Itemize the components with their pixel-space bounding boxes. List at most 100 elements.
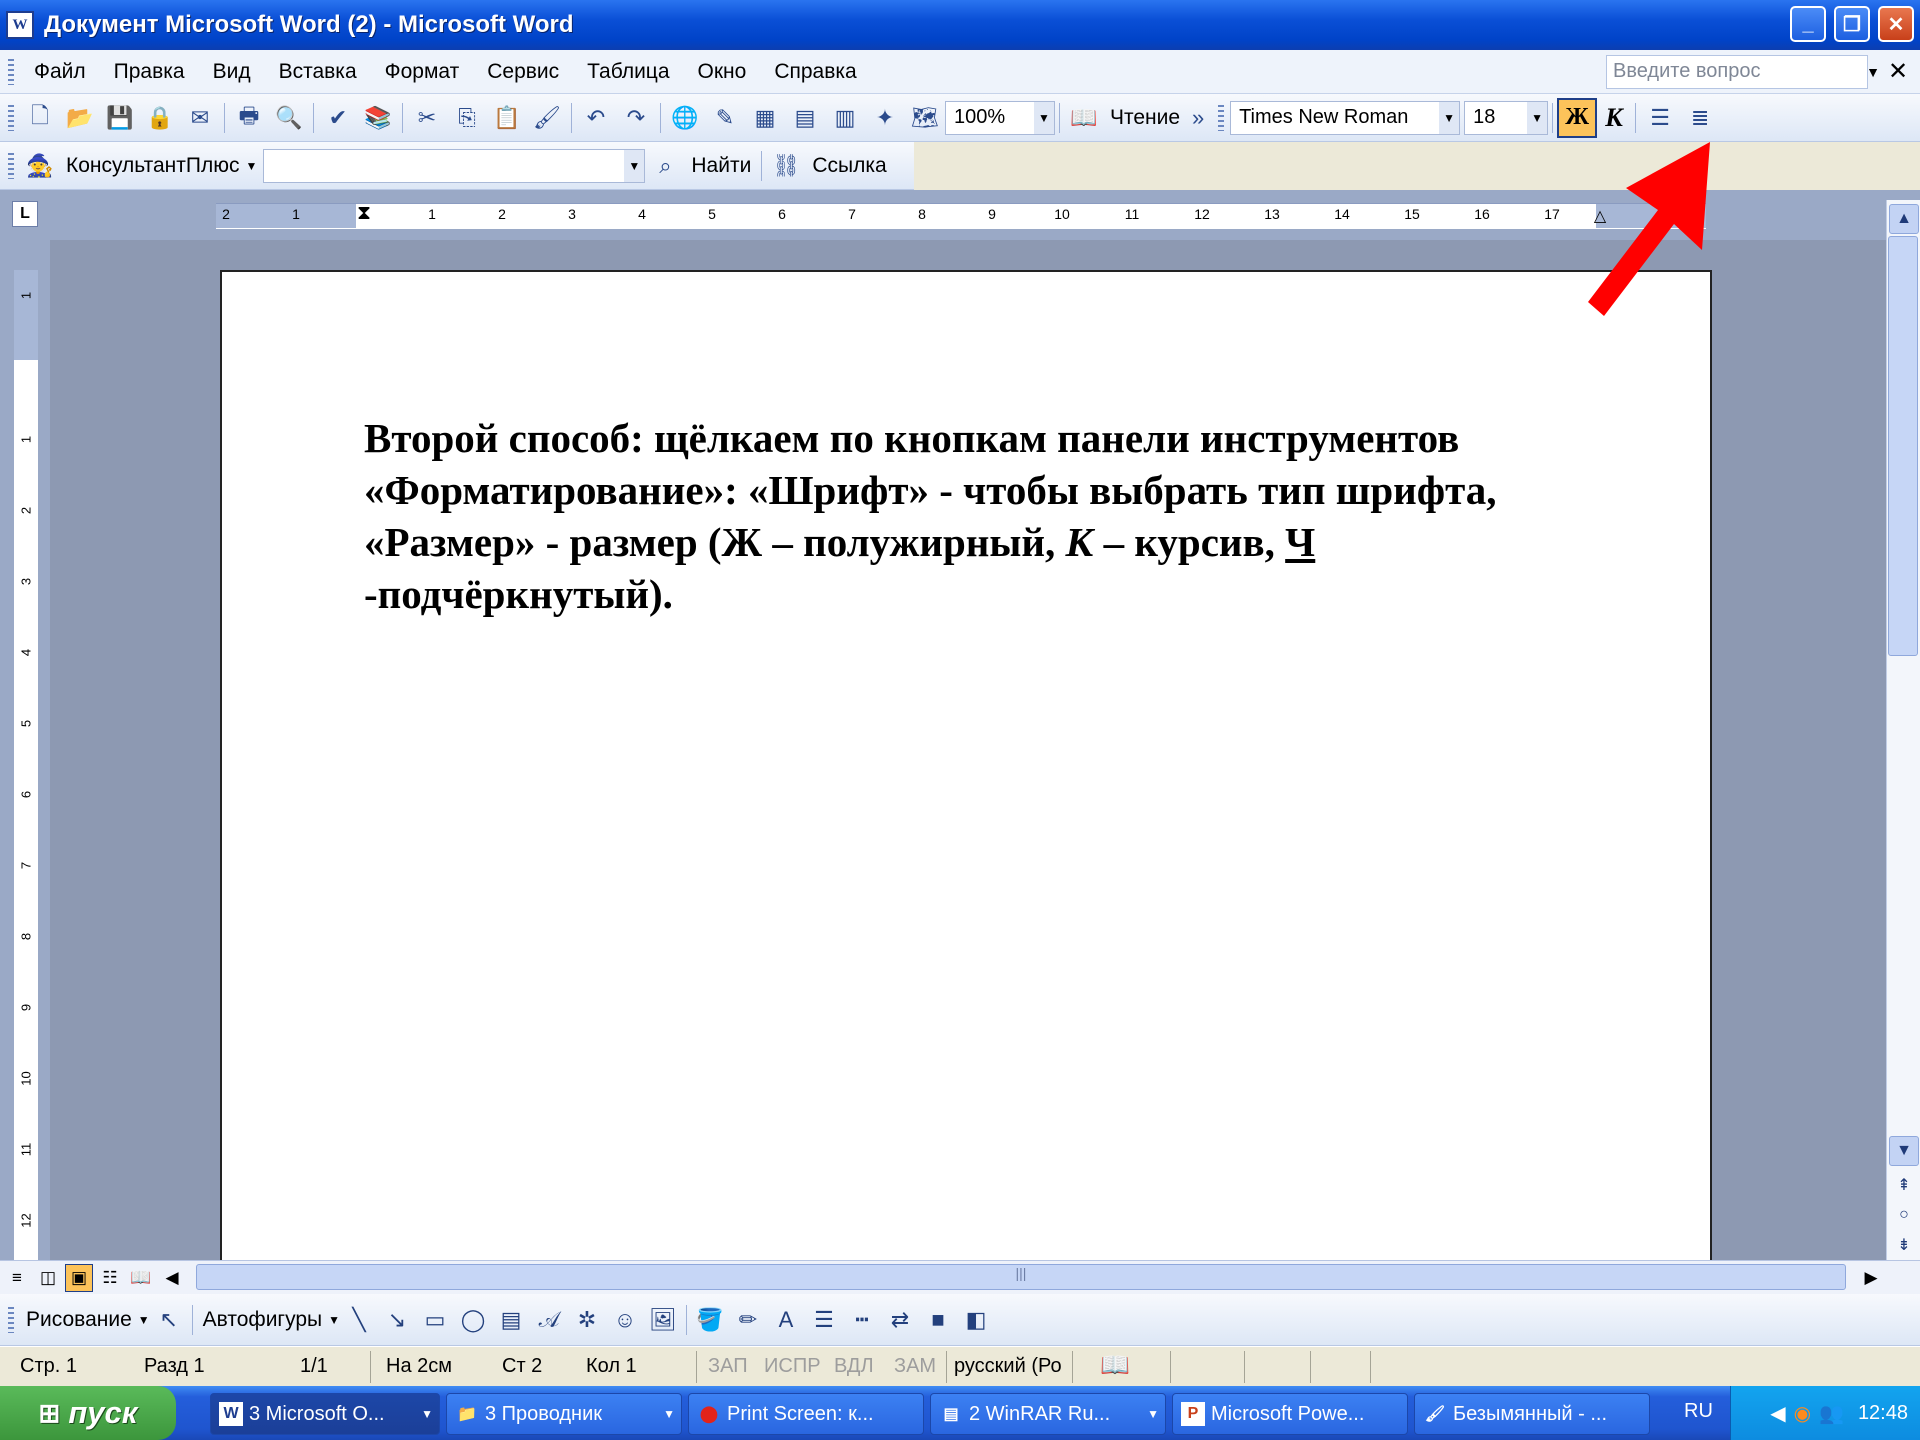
vertical-ruler[interactable]: 1 1 2 3 4 5 6 7 8 9 10 11 12: [14, 270, 38, 1260]
language-indicator[interactable]: RU: [1684, 1400, 1713, 1423]
document-paragraph[interactable]: Второй способ: щёлкаем по кнопкам панели…: [364, 412, 1614, 620]
drawing-toolbar-grip[interactable]: [8, 1306, 14, 1333]
consultant-search-dropdown-icon[interactable]: ▼: [624, 149, 645, 182]
consultant-menu[interactable]: КонсультантПлюс: [66, 154, 239, 178]
link-button[interactable]: Ссылка: [812, 154, 886, 178]
tray-app-icon[interactable]: ◉: [1794, 1401, 1811, 1426]
formatting-toolbar-grip[interactable]: [1218, 104, 1225, 131]
task-winrar[interactable]: ▤ 2 WinRAR Ru... ▼: [930, 1393, 1166, 1435]
indent-marker-icon[interactable]: ⧗: [354, 202, 374, 225]
research-icon[interactable]: 📚: [361, 101, 395, 135]
email-icon[interactable]: ✉: [183, 101, 217, 135]
dash-style-icon[interactable]: ┅: [845, 1303, 879, 1337]
menu-grip[interactable]: [8, 58, 14, 85]
reading-button[interactable]: Чтение: [1110, 106, 1180, 130]
scroll-left-icon[interactable]: ◀: [158, 1264, 186, 1292]
status-record[interactable]: ЗАП: [708, 1355, 748, 1378]
fill-color-icon[interactable]: 🪣: [693, 1303, 727, 1337]
toolbar-options-icon[interactable]: »: [1189, 101, 1207, 135]
autoshapes-dropdown-icon[interactable]: ▼: [328, 1313, 340, 1327]
drawing-menu[interactable]: Рисование: [26, 1308, 132, 1332]
find-icon[interactable]: ⌕: [648, 149, 682, 183]
menu-edit[interactable]: Правка: [100, 60, 199, 84]
scroll-right-icon[interactable]: ▶: [1857, 1264, 1885, 1292]
task-explorer[interactable]: 📁 3 Проводник ▼: [446, 1393, 682, 1435]
font-name-select[interactable]: Times New Roman ▼: [1230, 100, 1461, 135]
oval-icon[interactable]: ◯: [456, 1303, 490, 1337]
menu-tools[interactable]: Сервис: [473, 60, 573, 84]
format-painter-icon[interactable]: 🖌: [530, 101, 564, 135]
print-layout-icon[interactable]: ▣: [65, 1263, 93, 1292]
menu-insert[interactable]: Вставка: [265, 60, 371, 84]
menu-window[interactable]: Окно: [684, 60, 761, 84]
bold-button[interactable]: Ж: [1557, 97, 1598, 138]
drawing-dropdown-icon[interactable]: ▼: [138, 1313, 150, 1327]
link-icon[interactable]: ⛓: [769, 149, 803, 183]
picture-icon[interactable]: 🖼: [646, 1303, 680, 1337]
ask-question-input[interactable]: Введите вопрос: [1606, 55, 1868, 89]
font-size-dropdown-icon[interactable]: ▼: [1527, 101, 1548, 134]
menu-format[interactable]: Формат: [371, 60, 474, 84]
line-style-icon[interactable]: ☰: [807, 1303, 841, 1337]
consultant-dropdown-icon[interactable]: ▼: [245, 159, 257, 173]
normal-view-icon[interactable]: ≡: [3, 1264, 31, 1292]
line-icon[interactable]: ╲: [342, 1303, 376, 1337]
insert-excel-icon[interactable]: ▤: [788, 101, 822, 135]
task-word[interactable]: W 3 Microsoft O... ▼: [210, 1393, 440, 1435]
insert-table-icon[interactable]: ▦: [748, 101, 782, 135]
arrow-style-icon[interactable]: ⇄: [883, 1303, 917, 1337]
zoom-dropdown-icon[interactable]: ▼: [1034, 101, 1054, 134]
align-center-icon[interactable]: ☰: [1643, 101, 1677, 135]
menu-file[interactable]: Файл: [20, 60, 100, 84]
reading-layout-icon[interactable]: 📖: [127, 1264, 155, 1292]
arrow-icon[interactable]: ↘: [380, 1303, 414, 1337]
print-preview-icon[interactable]: 🔍: [272, 101, 306, 135]
ask-dropdown-icon[interactable]: ▼: [1862, 55, 1884, 89]
shadow-style-icon[interactable]: ■: [921, 1303, 955, 1337]
autoshapes-menu[interactable]: Автофигуры: [203, 1308, 322, 1332]
scroll-down-icon[interactable]: ▼: [1889, 1136, 1919, 1166]
document-map-icon[interactable]: 🗺: [908, 101, 942, 135]
consultant-search-input[interactable]: ▼: [263, 148, 646, 183]
permission-icon[interactable]: 🔒: [143, 101, 177, 135]
status-overtype[interactable]: ЗАМ: [894, 1355, 936, 1378]
font-name-dropdown-icon[interactable]: ▼: [1439, 101, 1460, 134]
font-size-select[interactable]: 18 ▼: [1464, 100, 1549, 135]
menu-view[interactable]: Вид: [199, 60, 265, 84]
open-folder-icon[interactable]: 📂: [63, 101, 97, 135]
new-document-icon[interactable]: 🗋: [23, 101, 57, 135]
tray-expand-icon[interactable]: ◀: [1770, 1401, 1785, 1426]
save-icon[interactable]: 💾: [103, 101, 137, 135]
3d-style-icon[interactable]: ◧: [959, 1303, 993, 1337]
text-box-icon[interactable]: ▤: [494, 1303, 528, 1337]
task-opera[interactable]: ⬤ Print Screen: к...: [688, 1393, 924, 1435]
toolbar-grip[interactable]: [8, 104, 14, 131]
tables-borders-icon[interactable]: ✎: [708, 101, 742, 135]
task-paint[interactable]: 🖌 Безымянный - ...: [1414, 1393, 1650, 1435]
wordart-icon[interactable]: 𝒜: [532, 1303, 566, 1337]
status-track-changes[interactable]: ИСПР: [764, 1355, 821, 1378]
reading-icon[interactable]: 📖: [1067, 101, 1101, 135]
italic-button[interactable]: К: [1597, 103, 1631, 133]
print-icon[interactable]: 🖶: [232, 101, 266, 135]
spelling-status-icon[interactable]: 📖: [1100, 1351, 1130, 1380]
minimize-button[interactable]: _: [1790, 6, 1826, 42]
previous-page-icon[interactable]: ⇞: [1889, 1170, 1919, 1200]
start-button[interactable]: ⊞ пуск: [0, 1386, 176, 1440]
browse-object-icon[interactable]: ○: [1889, 1200, 1919, 1230]
outline-view-icon[interactable]: ☷: [96, 1264, 124, 1292]
web-view-icon[interactable]: ◫: [34, 1264, 62, 1292]
drawing-icon[interactable]: ✦: [868, 101, 902, 135]
copy-icon[interactable]: ⎘: [450, 101, 484, 135]
font-color-icon[interactable]: A: [769, 1303, 803, 1337]
close-button[interactable]: ✕: [1878, 6, 1914, 42]
vertical-scroll-thumb[interactable]: [1888, 236, 1918, 656]
hyperlink-icon[interactable]: 🌐: [668, 101, 702, 135]
clock[interactable]: 12:48: [1858, 1402, 1908, 1425]
consultant-toolbar-grip[interactable]: [8, 152, 14, 179]
scroll-up-icon[interactable]: ▲: [1889, 204, 1919, 234]
columns-icon[interactable]: ▥: [828, 101, 862, 135]
select-objects-icon[interactable]: ↖: [152, 1303, 186, 1337]
redo-icon[interactable]: ↷: [619, 101, 653, 135]
line-color-icon[interactable]: ✏: [731, 1303, 765, 1337]
